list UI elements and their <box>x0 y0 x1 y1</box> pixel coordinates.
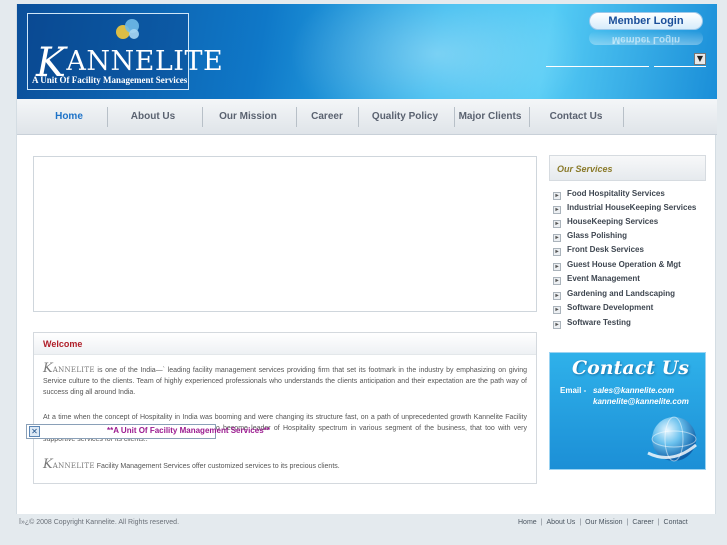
service-item[interactable]: ▸ Gardening and Landscaping <box>553 289 675 303</box>
welcome-text-3: Facility Management Services offer custo… <box>96 463 340 470</box>
logo-name: KANNELITE <box>36 34 224 86</box>
footer-separator: | <box>579 519 582 526</box>
nav-career[interactable]: Career <box>302 99 352 135</box>
footer-link-career[interactable]: Career <box>632 519 653 526</box>
footer-link-about-us[interactable]: About Us <box>547 519 576 526</box>
footer-link-contact[interactable]: Contact <box>664 519 688 526</box>
footer-separator: | <box>657 519 660 526</box>
footer-link-home[interactable]: Home <box>518 519 537 526</box>
close-icon[interactable]: ✕ <box>29 426 40 437</box>
brand-mark: KANNELITE <box>43 361 95 376</box>
contact-title: Contact Us <box>572 357 689 379</box>
nav-divider <box>358 107 359 127</box>
welcome-box: Welcome KANNELITE is one of the India—` … <box>33 332 537 484</box>
welcome-text-1: is one of the India—` leading facility m… <box>43 367 527 396</box>
bullet-arrow-icon: ▸ <box>553 206 561 214</box>
nav-divider <box>529 107 530 127</box>
service-item[interactable]: ▸ HouseKeeping Services <box>553 217 658 231</box>
footer-link-our-mission[interactable]: Our Mission <box>585 519 622 526</box>
bullet-arrow-icon: ▸ <box>553 220 561 228</box>
logo-rest: ANNELITE <box>66 46 224 77</box>
nav-divider <box>623 107 624 127</box>
dropdown-arrow-icon[interactable]: ▼ <box>694 53 706 65</box>
member-login-button[interactable]: Member Login <box>589 12 703 30</box>
main-nav: Home About Us Our Mission Career Quality… <box>17 99 717 135</box>
welcome-paragraph-3: KANNELITE Facility Management Services o… <box>43 457 527 472</box>
bullet-arrow-icon: ▸ <box>553 321 561 329</box>
header-select[interactable]: ▼ <box>654 53 706 67</box>
bullet-arrow-icon: ▸ <box>553 277 561 285</box>
services-title: Our Services <box>549 155 706 181</box>
contact-email-sales[interactable]: sales@kannelite.com <box>593 386 674 395</box>
nav-home[interactable]: Home <box>41 99 97 135</box>
nav-divider <box>454 107 455 127</box>
bullet-arrow-icon: ▸ <box>553 306 561 314</box>
service-item[interactable]: ▸ Guest House Operation & Mgt <box>553 260 681 274</box>
service-item[interactable]: ▸ Event Management <box>553 274 640 288</box>
services-panel: Our Services ▸ Food Hospitality Services … <box>549 155 706 335</box>
footer-links: Home | About Us | Our Mission | Career | Contact <box>518 519 688 526</box>
service-item[interactable]: ▸ Industrial HouseKeeping Services <box>553 203 696 217</box>
welcome-title: Welcome <box>34 333 536 355</box>
header-search-input[interactable] <box>546 55 649 67</box>
service-item[interactable]: ▸ Software Development <box>553 303 653 317</box>
nav-about-us[interactable]: About Us <box>117 99 189 135</box>
contact-box[interactable]: Contact Us Email - sales@kannelite.com k… <box>549 352 706 470</box>
footer-separator: | <box>626 519 629 526</box>
footer-copyright: Ï»¿© 2008 Copyright Kannelite. All Right… <box>19 519 180 526</box>
welcome-paragraph-1: KANNELITE is one of the India—` leading … <box>43 361 527 398</box>
contact-email-label: Email - <box>560 386 587 395</box>
banner-area <box>33 156 537 312</box>
bullet-arrow-icon: ▸ <box>553 234 561 242</box>
bullet-arrow-icon: ▸ <box>553 248 561 256</box>
site-logo[interactable]: KANNELITE A Unit Of Facility Management … <box>27 13 223 90</box>
bullet-arrow-icon: ▸ <box>553 263 561 271</box>
footer-separator: | <box>540 519 543 526</box>
nav-our-mission[interactable]: Our Mission <box>212 99 284 135</box>
member-login-reflection: Member Login <box>589 31 703 45</box>
nav-contact-us[interactable]: Contact Us <box>539 99 613 135</box>
service-item[interactable]: ▸ Front Desk Services <box>553 245 644 259</box>
nav-divider <box>107 107 108 127</box>
floating-ad-popup[interactable]: ✕ **A Unit Of Facility Management Servic… <box>26 424 270 439</box>
nav-quality-policy[interactable]: Quality Policy <box>367 99 443 135</box>
contact-email-main[interactable]: kannelite@kannelite.com <box>593 397 689 406</box>
bullet-arrow-icon: ▸ <box>553 292 561 300</box>
header-banner: KANNELITE A Unit Of Facility Management … <box>17 4 717 99</box>
nav-major-clients[interactable]: Major Clients <box>457 99 523 135</box>
brand-mark: KANNELITE <box>43 457 95 472</box>
nav-divider <box>296 107 297 127</box>
service-item[interactable]: ▸ Software Testing <box>553 318 631 332</box>
service-item[interactable]: ▸ Food Hospitality Services <box>553 189 665 203</box>
globe-icon <box>647 416 697 462</box>
logo-tagline: A Unit Of Facility Management Services <box>32 75 188 85</box>
bullet-arrow-icon: ▸ <box>553 192 561 200</box>
service-item[interactable]: ▸ Glass Polishing <box>553 231 627 245</box>
popup-text: **A Unit Of Facility Management Services… <box>107 426 270 435</box>
nav-divider <box>202 107 203 127</box>
